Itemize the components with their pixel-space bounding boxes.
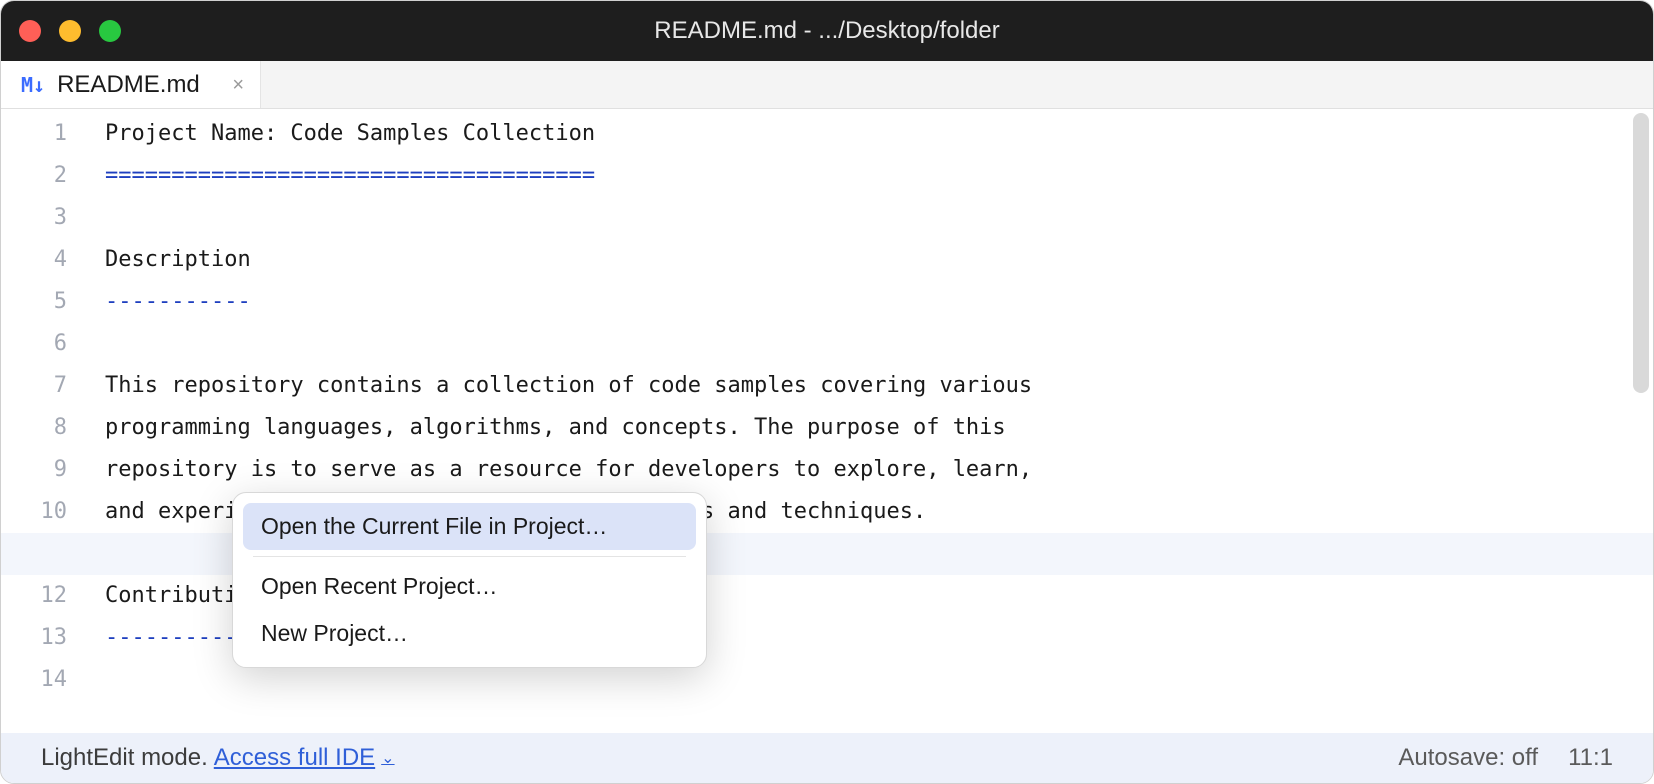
line-number: 7 bbox=[1, 365, 89, 407]
line-number: 13 bbox=[1, 617, 89, 659]
titlebar: README.md - .../Desktop/folder bbox=[1, 1, 1653, 61]
status-right: Autosave: off 11:1 bbox=[1398, 744, 1613, 772]
maximize-window-icon[interactable] bbox=[99, 20, 121, 42]
line-number: 2 bbox=[1, 155, 89, 197]
minimize-window-icon[interactable] bbox=[59, 20, 81, 42]
access-full-ide-link[interactable]: Access full IDE ⌄ bbox=[214, 744, 395, 772]
window-controls bbox=[19, 20, 121, 42]
vertical-scrollbar[interactable] bbox=[1633, 113, 1649, 393]
menu-item[interactable]: Open the Current File in Project… bbox=[243, 503, 696, 550]
markdown-file-icon: M↓ bbox=[21, 73, 45, 97]
line-number: 8 bbox=[1, 407, 89, 449]
code-line[interactable]: repository is to serve as a resource for… bbox=[105, 449, 1653, 491]
line-number: 3 bbox=[1, 197, 89, 239]
line-number: 5 bbox=[1, 281, 89, 323]
ide-access-popup: Open the Current File in Project… Open Re… bbox=[232, 492, 707, 668]
lightedit-mode-label: LightEdit mode. bbox=[41, 744, 208, 772]
access-full-ide-label: Access full IDE bbox=[214, 744, 375, 772]
code-line[interactable]: ----------- bbox=[105, 281, 1653, 323]
line-number: 4 bbox=[1, 239, 89, 281]
editor-tab[interactable]: M↓ README.md × bbox=[1, 61, 261, 108]
status-bar: LightEdit mode. Access full IDE ⌄ Autosa… bbox=[1, 733, 1653, 783]
chevron-down-icon: ⌄ bbox=[381, 748, 394, 768]
menu-item[interactable]: Open Recent Project… bbox=[243, 563, 696, 610]
menu-divider bbox=[253, 556, 686, 557]
code-line[interactable]: Project Name: Code Samples Collection bbox=[105, 113, 1653, 155]
cursor-position[interactable]: 11:1 bbox=[1568, 744, 1613, 772]
code-line[interactable] bbox=[105, 197, 1653, 239]
line-number: 10 bbox=[1, 491, 89, 533]
code-line[interactable]: This repository contains a collection of… bbox=[105, 365, 1653, 407]
line-number: 12 bbox=[1, 575, 89, 617]
line-number: 6 bbox=[1, 323, 89, 365]
autosave-status[interactable]: Autosave: off bbox=[1398, 744, 1538, 772]
code-line[interactable]: programming languages, algorithms, and c… bbox=[105, 407, 1653, 449]
line-number: 1 bbox=[1, 113, 89, 155]
code-line[interactable]: Description bbox=[105, 239, 1653, 281]
line-number: 9 bbox=[1, 449, 89, 491]
close-tab-icon[interactable]: × bbox=[232, 75, 244, 95]
tab-bar: M↓ README.md × bbox=[1, 61, 1653, 109]
code-line[interactable]: ===================================== bbox=[105, 155, 1653, 197]
line-number-gutter: 1234567891011121314 bbox=[1, 109, 89, 733]
tab-label: README.md bbox=[57, 71, 220, 99]
close-window-icon[interactable] bbox=[19, 20, 41, 42]
code-line[interactable] bbox=[105, 323, 1653, 365]
line-number: 14 bbox=[1, 659, 89, 701]
window-title: README.md - .../Desktop/folder bbox=[654, 17, 999, 45]
menu-item[interactable]: New Project… bbox=[243, 610, 696, 657]
